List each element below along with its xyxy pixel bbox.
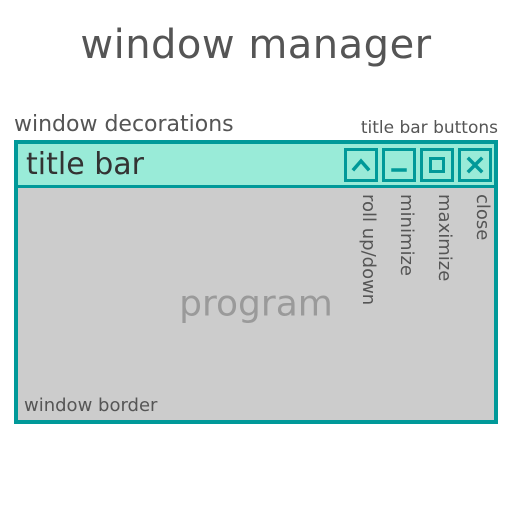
title-bar-button-group <box>344 144 494 185</box>
diagram-title: window manager <box>0 22 512 68</box>
diagram-stage: window manager window decorations title … <box>0 0 512 512</box>
maximize-button[interactable] <box>420 148 454 182</box>
chevron-up-icon <box>351 155 371 175</box>
label-close: close <box>472 194 493 240</box>
minimize-button[interactable] <box>382 148 416 182</box>
label-maximize: maximize <box>434 194 455 281</box>
minimize-icon <box>389 155 409 175</box>
label-minimize: minimize <box>396 194 417 276</box>
window-content-area: program window border <box>18 188 494 420</box>
close-icon <box>465 155 485 175</box>
window-frame: title bar <box>14 140 498 424</box>
label-window-border: window border <box>24 395 157 416</box>
close-button[interactable] <box>458 148 492 182</box>
label-window-decorations: window decorations <box>14 112 234 137</box>
rollup-button[interactable] <box>344 148 378 182</box>
label-titlebar-buttons: title bar buttons <box>361 118 498 138</box>
maximize-icon <box>427 155 447 175</box>
title-bar-text: title bar <box>18 147 344 182</box>
program-placeholder-label: program <box>179 284 333 325</box>
label-rollup: roll up/down <box>358 194 379 305</box>
title-bar[interactable]: title bar <box>18 144 494 188</box>
